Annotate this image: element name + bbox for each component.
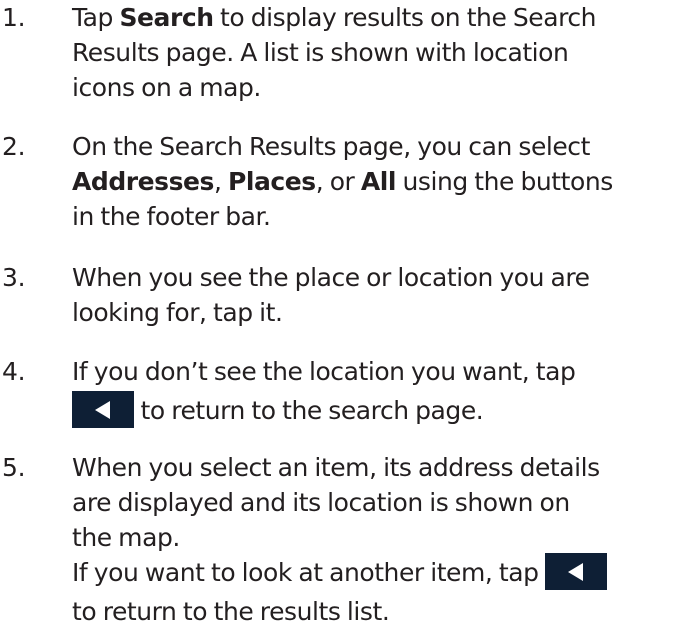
text-line: Results page. A list is shown with locat… bbox=[72, 38, 569, 67]
step-text: On the Search Results page, you can sele… bbox=[72, 129, 694, 234]
search-keyword: Search bbox=[119, 3, 214, 32]
step-text: Tap Search to display results on the Sea… bbox=[72, 0, 694, 105]
all-keyword: All bbox=[360, 167, 397, 196]
text-line: to return to the search page. bbox=[72, 390, 694, 428]
step-number: 2. bbox=[2, 132, 26, 161]
back-arrow-icon bbox=[72, 390, 134, 428]
text-line: to return to the results list. bbox=[72, 597, 390, 626]
back-arrow-icon bbox=[545, 552, 608, 590]
step-text: When you select an item, its address det… bbox=[72, 450, 694, 629]
step-number: 3. bbox=[2, 263, 26, 292]
step-text: When you see the place or location you a… bbox=[72, 260, 694, 330]
addresses-keyword: Addresses bbox=[72, 167, 214, 196]
text-line: On the Search Results page, you can sele… bbox=[72, 132, 590, 161]
text-line: Tap Search to display results on the Sea… bbox=[72, 3, 597, 32]
text-line: icons on a map. bbox=[72, 73, 261, 102]
left-triangle-icon bbox=[568, 562, 584, 581]
text-line: If you don’t see the location you want, … bbox=[72, 357, 576, 386]
text-line: in the footer bar. bbox=[72, 202, 271, 231]
text-line: When you select an item, its address det… bbox=[72, 453, 600, 482]
step-number: 1. bbox=[2, 3, 26, 32]
text-line: If you want to look at another item, tap bbox=[72, 552, 694, 590]
text-line: the map. bbox=[72, 523, 180, 552]
instructions-page: 1. Tap Search to display results on the … bbox=[0, 0, 694, 626]
text-line: are displayed and its location is shown … bbox=[72, 488, 570, 517]
left-triangle-icon bbox=[95, 400, 110, 419]
places-keyword: Places bbox=[227, 167, 316, 196]
text-line: When you see the place or location you a… bbox=[72, 263, 590, 292]
text-line: Addresses, Places, or All using the butt… bbox=[72, 167, 613, 196]
step-number: 5. bbox=[2, 453, 26, 482]
text-line: looking for, tap it. bbox=[72, 298, 283, 327]
step-number: 4. bbox=[2, 357, 26, 386]
step-text: If you don’t see the location you want, … bbox=[72, 354, 694, 428]
